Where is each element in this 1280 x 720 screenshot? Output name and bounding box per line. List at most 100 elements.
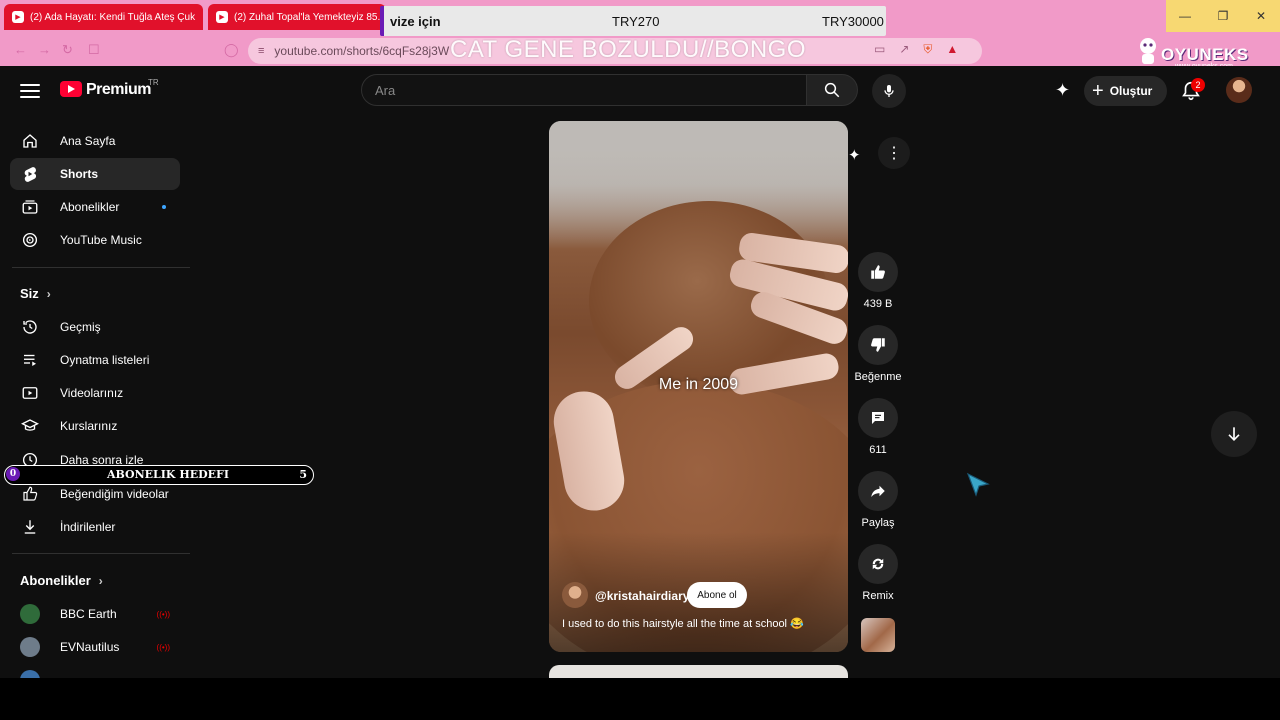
sidebar-item-label: İndirilenler xyxy=(60,520,116,534)
playlist-icon xyxy=(24,354,36,366)
sidebar-item-label: Beğendiğim videolar xyxy=(60,487,169,501)
rewards-icon[interactable]: ▲ xyxy=(946,42,958,57)
dislike-button[interactable] xyxy=(858,325,898,365)
courses-icon xyxy=(21,419,39,431)
channel-handle[interactable]: @kristahairdiary xyxy=(595,589,689,603)
thumbs-up-icon xyxy=(871,265,885,279)
share-icon[interactable]: ↗ xyxy=(899,42,909,57)
create-label: Oluştur xyxy=(1109,84,1153,98)
arrow-down-icon xyxy=(1228,427,1240,442)
window-controls: — ❐ ✕ xyxy=(1166,0,1280,32)
donation-label: vize için xyxy=(390,13,441,29)
avatar[interactable] xyxy=(1226,77,1252,103)
browser-tab[interactable]: ▶ (2) Ada Hayatı: Kendi Tuğla Ateş Çuk xyxy=(4,4,203,30)
youtube-logo-icon[interactable] xyxy=(60,81,82,97)
goal-label: ABONELIK HEDEFI xyxy=(107,468,229,481)
goal-end: 5 xyxy=(299,468,307,481)
share-button[interactable] xyxy=(858,471,898,511)
sidebar-item-label: YouTube Music xyxy=(60,233,142,247)
remix-button[interactable] xyxy=(858,544,898,584)
sidebar-item-home[interactable]: Ana Sayfa xyxy=(10,125,180,157)
gemini-icon[interactable]: ✦ xyxy=(1055,80,1070,101)
share-action[interactable]: Paylaş xyxy=(858,471,898,529)
your-videos-icon xyxy=(22,387,38,399)
like-count: 439 B xyxy=(863,298,893,310)
gemini-icon[interactable]: ✦ xyxy=(848,146,861,164)
short-video-player[interactable]: Me in 2009 @kristahairdiary Abone ol I u… xyxy=(549,121,848,652)
search-box[interactable] xyxy=(361,74,807,106)
shorts-icon xyxy=(24,167,37,182)
donation-amount: TRY270 xyxy=(612,13,660,29)
section-subscriptions-header[interactable]: Abonelikler › xyxy=(20,573,103,588)
restore-icon[interactable]: ❐ xyxy=(1204,0,1242,32)
url-actions: ▭ ↗ ⛨ ▲ xyxy=(874,42,958,57)
dislike-action[interactable]: Beğenme xyxy=(854,325,902,383)
cast-icon[interactable]: ▭ xyxy=(874,42,885,57)
sidebar-item-history[interactable]: Geçmiş xyxy=(10,311,180,343)
section-title: Siz xyxy=(20,286,39,301)
donation-overlay: vize için TRY270 TRY30000 xyxy=(380,6,886,36)
url-text: youtube.com/shorts/6cqFs28j3W xyxy=(274,44,450,58)
chevron-right-icon: › xyxy=(46,286,51,301)
site-info-icon[interactable]: ≡ xyxy=(258,45,264,57)
browser-tab[interactable]: ▶ (2) Zuhal Topal'la Yemekteyiz 85. xyxy=(208,4,386,30)
sidebar-item-label: Shorts xyxy=(60,167,99,181)
menu-icon[interactable] xyxy=(20,84,40,102)
back-icon[interactable]: ← xyxy=(14,42,27,57)
create-button[interactable]: + Oluştur xyxy=(1084,76,1167,106)
remix-label: Remix xyxy=(862,590,894,602)
sidebar-channel-evnautilus[interactable]: EVNautilus ((•)) xyxy=(10,631,180,663)
share-label: Paylaş xyxy=(861,517,895,529)
forward-icon[interactable]: → xyxy=(38,42,51,57)
channel-avatar[interactable] xyxy=(562,582,588,608)
screen: ▶ (2) Ada Hayatı: Kendi Tuğla Ateş Çuk ▶… xyxy=(0,0,1280,720)
youtube-logo-text[interactable]: Premium xyxy=(86,81,151,99)
brand-name: OYUNEKS xyxy=(1161,45,1249,64)
video-caption-overlay: Me in 2009 xyxy=(658,376,739,393)
more-options-button[interactable]: ⋮ xyxy=(878,137,910,169)
subscribe-button[interactable]: Abone ol xyxy=(687,582,747,608)
bookmark-icon[interactable]: ☐ xyxy=(88,42,100,58)
chevron-right-icon: › xyxy=(98,573,103,588)
sidebar-item-label: Videolarınız xyxy=(60,386,124,400)
like-action[interactable]: 439 B xyxy=(858,252,898,310)
minimize-icon[interactable]: — xyxy=(1166,0,1204,32)
home-icon xyxy=(23,134,37,148)
sidebar-item-playlists[interactable]: Oynatma listeleri xyxy=(10,344,180,376)
sidebar-item-label: Oynatma listeleri xyxy=(60,353,150,367)
like-button[interactable] xyxy=(858,252,898,292)
voice-search-button[interactable] xyxy=(872,74,906,108)
thumbs-down-icon xyxy=(871,338,885,352)
comments-action[interactable]: 611 xyxy=(858,398,898,456)
channel-avatar xyxy=(20,604,40,624)
audio-thumbnail[interactable] xyxy=(861,618,895,652)
sidebar-item-youtube-music[interactable]: YouTube Music xyxy=(10,224,180,256)
brave-shield-icon[interactable]: ⛨ xyxy=(923,42,932,57)
reload-icon[interactable]: ↻ xyxy=(62,42,73,58)
close-icon[interactable]: ✕ xyxy=(1242,0,1280,32)
shield-icon[interactable]: ◯ xyxy=(224,42,239,58)
tab-title: (2) Zuhal Topal'la Yemekteyiz 85. xyxy=(234,11,381,23)
subscriptions-icon xyxy=(22,200,38,214)
sidebar-item-your-videos[interactable]: Videolarınız xyxy=(10,377,180,409)
search-input[interactable] xyxy=(375,82,806,98)
comments-button[interactable] xyxy=(858,398,898,438)
sidebar-item-shorts[interactable]: Shorts xyxy=(10,158,180,190)
sidebar-item-subscriptions[interactable]: Abonelikler xyxy=(10,191,180,223)
comment-count: 611 xyxy=(869,444,887,456)
section-you-header[interactable]: Siz › xyxy=(20,286,51,301)
liked-icon xyxy=(23,486,38,501)
video-description[interactable]: I used to do this hairstyle all the time… xyxy=(562,617,804,630)
sidebar-item-courses[interactable]: Kurslarınız xyxy=(10,410,180,442)
live-icon: ((•)) xyxy=(156,642,170,652)
sidebar-item-downloads[interactable]: İndirilenler xyxy=(10,511,180,543)
stream-overlay-title: CAT GENE BOZULDU//BONGO xyxy=(450,36,806,63)
sidebar-channel-bbc-earth[interactable]: BBC Earth ((•)) xyxy=(10,598,180,630)
remix-action[interactable]: Remix xyxy=(858,544,898,602)
share-icon xyxy=(871,485,885,497)
search-button[interactable] xyxy=(806,74,858,106)
next-short-button[interactable] xyxy=(1211,411,1257,457)
plus-icon: + xyxy=(1092,80,1104,102)
donation-goal: TRY30000 xyxy=(822,13,884,29)
search-icon xyxy=(824,82,840,98)
